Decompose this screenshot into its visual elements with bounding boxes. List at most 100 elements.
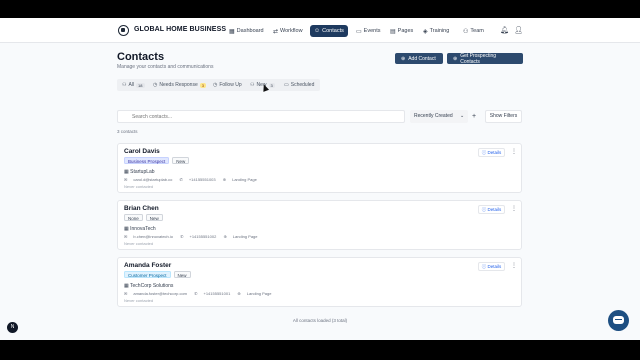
phone-icon: ✆	[179, 177, 183, 182]
details-button[interactable]: ⓘ Details	[478, 205, 505, 214]
tab-count: 3	[268, 82, 275, 88]
tab-scheduled[interactable]: ▭ Scheduled	[284, 81, 314, 89]
add-user-icon: ⊕	[401, 55, 406, 62]
nav-events[interactable]: ▭ Events	[352, 25, 385, 37]
nav-training[interactable]: ◈ Training	[419, 25, 453, 37]
contacts-icon: ☺	[314, 28, 321, 34]
globe-icon: ⊕	[237, 291, 241, 296]
details-label: Details	[487, 150, 502, 155]
brand-name[interactable]: GLOBAL HOME BUSINESS	[134, 26, 226, 33]
contact-meta: ✉ carol.d@startuplab.co ✆ +14155551003 ⊕ La…	[124, 177, 263, 182]
app-screen: GLOBAL HOME BUSINESS ▦ Dashboard ⇄ Workf…	[0, 18, 640, 340]
nav-label: Workflow	[280, 28, 303, 34]
bell-icon[interactable]: 🔔︎	[500, 26, 509, 34]
nav-label: Events	[363, 28, 381, 34]
filter-tabs: ⚇ All 18 ◷ Needs Response 3 ◷ Follow Up …	[117, 79, 320, 91]
contact-phone: +14155551001	[203, 291, 231, 296]
top-nav: GLOBAL HOME BUSINESS ▦ Dashboard ⇄ Workf…	[0, 18, 640, 43]
search-input[interactable]	[117, 110, 405, 123]
contact-company: ▦ StartupLab	[124, 169, 155, 175]
contact-name[interactable]: Brian Chen	[124, 205, 159, 212]
nav-label: Pages	[397, 28, 414, 34]
tag-badge: Customer Prospect	[124, 271, 171, 278]
contact-meta: ✉ b.chen@innovatech.io ✆ +14155551002 ⊕ Lan…	[124, 234, 264, 239]
details-button[interactable]: ⓘ Details	[478, 148, 505, 157]
tab-count: 3	[199, 82, 206, 88]
add-user-icon: ⊕	[453, 55, 458, 62]
globe-icon: ⊕	[222, 177, 227, 182]
chat-button[interactable]	[608, 310, 629, 331]
nav-pages[interactable]: ▤ Pages	[386, 25, 417, 37]
tab-label: Scheduled	[290, 82, 315, 88]
tab-needs-response[interactable]: ◷ Needs Response 3	[153, 81, 206, 89]
page-title: Contacts	[117, 51, 165, 63]
tab-all[interactable]: ⚇ All 18	[122, 81, 145, 89]
contact-tags: Business Prospect New	[124, 157, 190, 164]
email-icon: ✉	[124, 234, 128, 239]
tag-badge: None	[124, 214, 143, 221]
add-user-icon: ⚇	[250, 82, 255, 88]
contact-source: Landing Page	[232, 234, 258, 239]
add-contact-button[interactable]: ⊕ Add Contact	[395, 53, 443, 64]
contact-email: amanda.foster@techcorp.com	[133, 291, 187, 296]
clock-icon: ◷	[153, 82, 158, 88]
show-filters-button[interactable]: Show Filters	[485, 110, 522, 123]
contact-meta: ✉ amanda.foster@techcorp.com ✆ +1415555100…	[124, 291, 277, 296]
details-button[interactable]: ⓘ Details	[478, 262, 505, 271]
email-icon: ✉	[124, 177, 128, 182]
globe-icon: ⊕	[223, 234, 227, 239]
nav-contacts[interactable]: ☺ Contacts	[310, 25, 348, 37]
phone-icon: ✆	[194, 291, 198, 296]
contact-count: 3 contacts	[117, 129, 138, 134]
add-contact-label: Add Contact	[408, 55, 436, 62]
logo-icon[interactable]	[118, 25, 129, 36]
loaded-status: All contacts loaded (3 total)	[292, 318, 348, 323]
company-name: TechCorp Solutions	[130, 283, 174, 289]
tag-badge: New	[172, 157, 190, 164]
contact-source: Landing Page	[246, 291, 272, 296]
nav-dashboard[interactable]: ▦ Dashboard	[225, 25, 268, 37]
contact-name[interactable]: Carol Davis	[124, 148, 160, 155]
tab-label: All	[128, 82, 135, 88]
chat-icon	[613, 316, 624, 324]
contact-tags: None New	[124, 214, 163, 221]
nav-label: Training	[429, 28, 450, 34]
contact-email: b.chen@innovatech.io	[133, 234, 174, 239]
users-icon: ⚇	[122, 82, 127, 88]
nav-label: Contacts	[322, 28, 344, 34]
tag-badge: New	[173, 271, 191, 278]
contact-card[interactable]: Carol Davis Business Prospect New ▦ Star…	[117, 143, 522, 193]
email-icon: ✉	[124, 291, 128, 296]
page-subtitle: Manage your contacts and communications	[117, 64, 214, 70]
tab-count: 18	[136, 82, 145, 88]
contact-card[interactable]: Amanda Foster Customer Prospect New ▦ Te…	[117, 257, 522, 307]
more-options-icon[interactable]: ⋮	[511, 262, 517, 269]
contact-name[interactable]: Amanda Foster	[124, 262, 171, 269]
chevron-down-icon: ⌄	[460, 113, 465, 119]
company-name: StartupLab	[130, 169, 155, 175]
nav-label: Team	[470, 28, 484, 34]
nav-workflow[interactable]: ⇄ Workflow	[269, 25, 307, 37]
team-icon: ⚇	[463, 28, 469, 35]
last-contacted: Never contacted	[124, 241, 154, 246]
nav-team[interactable]: ⚇ Team	[459, 25, 488, 37]
user-icon[interactable]: 👤︎	[514, 26, 523, 34]
contact-company: ▦ TechCorp Solutions	[124, 283, 173, 289]
pages-icon: ▤	[390, 28, 396, 35]
last-contacted: Never contacted	[124, 184, 154, 189]
tag-badge: Business Prospect	[124, 157, 170, 164]
tab-label: Follow Up	[219, 82, 242, 88]
details-label: Details	[487, 264, 502, 269]
workflow-icon: ⇄	[273, 28, 279, 35]
get-prospecting-label: Get Prospecting Contacts	[460, 52, 497, 65]
plus-icon[interactable]: +	[472, 110, 476, 123]
more-options-icon[interactable]: ⋮	[511, 205, 517, 212]
contact-card[interactable]: Brian Chen None New ▦ InnovaTech ✉ b.chen…	[117, 200, 522, 250]
get-prospecting-button[interactable]: ⊕ Get Prospecting Contacts	[447, 52, 523, 65]
dev-tools-button[interactable]: N	[7, 322, 18, 333]
company-name: InnovaTech	[130, 226, 156, 232]
contact-phone: +14155551003	[188, 177, 216, 182]
tab-label: Needs Response	[159, 82, 198, 88]
more-options-icon[interactable]: ⋮	[511, 148, 517, 155]
tab-follow-up[interactable]: ◷ Follow Up	[213, 81, 242, 89]
